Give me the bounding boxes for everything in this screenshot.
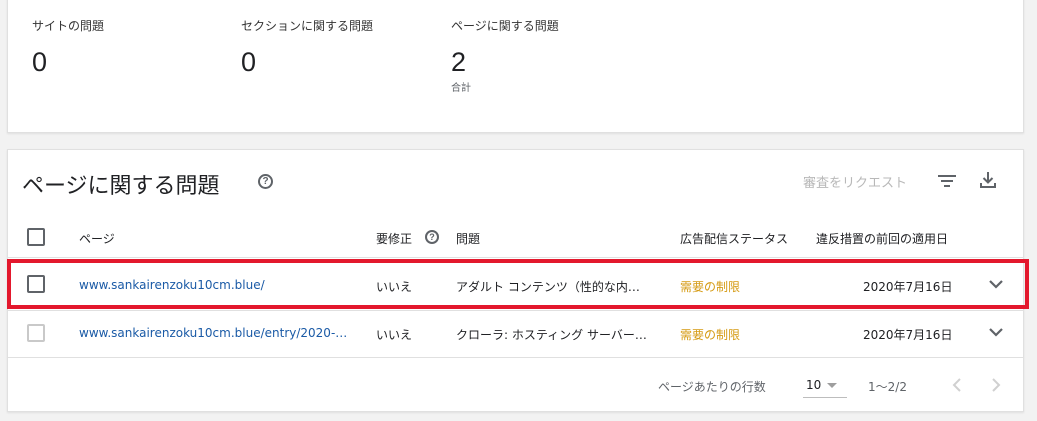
section-issues-label: セクションに関する問題 (241, 19, 374, 33)
page-issues-count: 2 (451, 47, 467, 77)
summary-card: サイトの問題 0 セクションに関する問題 0 ページに関する問題 2 合計 (7, 0, 1024, 133)
divider (8, 357, 1023, 358)
divider (8, 257, 1023, 258)
request-review-button[interactable]: 審査をリクエスト (803, 172, 907, 191)
page-issues-title: ページに関する問題 (22, 174, 220, 199)
chevron-left-icon[interactable] (952, 378, 962, 392)
download-icon[interactable] (978, 170, 998, 190)
select-all-checkbox[interactable] (27, 228, 45, 246)
chevron-right-icon[interactable] (991, 378, 1001, 392)
pagination-range: 1〜2/2 (868, 380, 907, 394)
row-checkbox[interactable] (27, 324, 45, 342)
page-issues-label: ページに関する問題 (451, 19, 559, 33)
issue-text: クローラ: ホスティング サーバー… (456, 328, 647, 342)
filter-icon[interactable] (937, 174, 957, 188)
section-issues-count: 0 (241, 47, 257, 77)
column-header-needs-fix[interactable]: 要修正 (376, 230, 412, 247)
last-enforced-date: 2020年7月16日 (863, 328, 953, 342)
highlight-annotation (7, 259, 1029, 309)
column-header-last-enforced[interactable]: 違反措置の前回の適用日 (816, 230, 948, 247)
needs-fix-value: いいえ (376, 328, 413, 342)
page-issues-total-label: 合計 (451, 83, 471, 94)
column-header-ad-status[interactable]: 広告配信ステータス (680, 230, 788, 247)
site-issues-label: サイトの問題 (32, 19, 105, 33)
section-issues-stat: セクションに関する問題 0 (241, 17, 373, 77)
rows-per-page-select[interactable]: 10 (803, 373, 847, 398)
help-circle-icon[interactable]: ? (258, 174, 273, 189)
site-issues-count: 0 (32, 47, 48, 77)
page-issues-stat: ページに関する問題 2 合計 (451, 17, 559, 94)
help-circle-icon[interactable]: ? (425, 230, 439, 244)
ad-status-value: 需要の制限 (680, 328, 741, 342)
caret-down-icon (827, 383, 837, 388)
divider (8, 310, 1023, 311)
rows-per-page-label: ページあたりの行数 (658, 380, 766, 394)
column-header-issue[interactable]: 問題 (456, 230, 480, 247)
chevron-down-icon[interactable] (988, 327, 1004, 337)
column-header-page[interactable]: ページ (79, 230, 115, 247)
rows-per-page-value: 10 (806, 378, 822, 392)
page-url-link[interactable]: www.sankairenzoku10cm.blue/entry/2020-… (79, 326, 369, 340)
site-issues-stat: サイトの問題 0 (32, 17, 104, 77)
